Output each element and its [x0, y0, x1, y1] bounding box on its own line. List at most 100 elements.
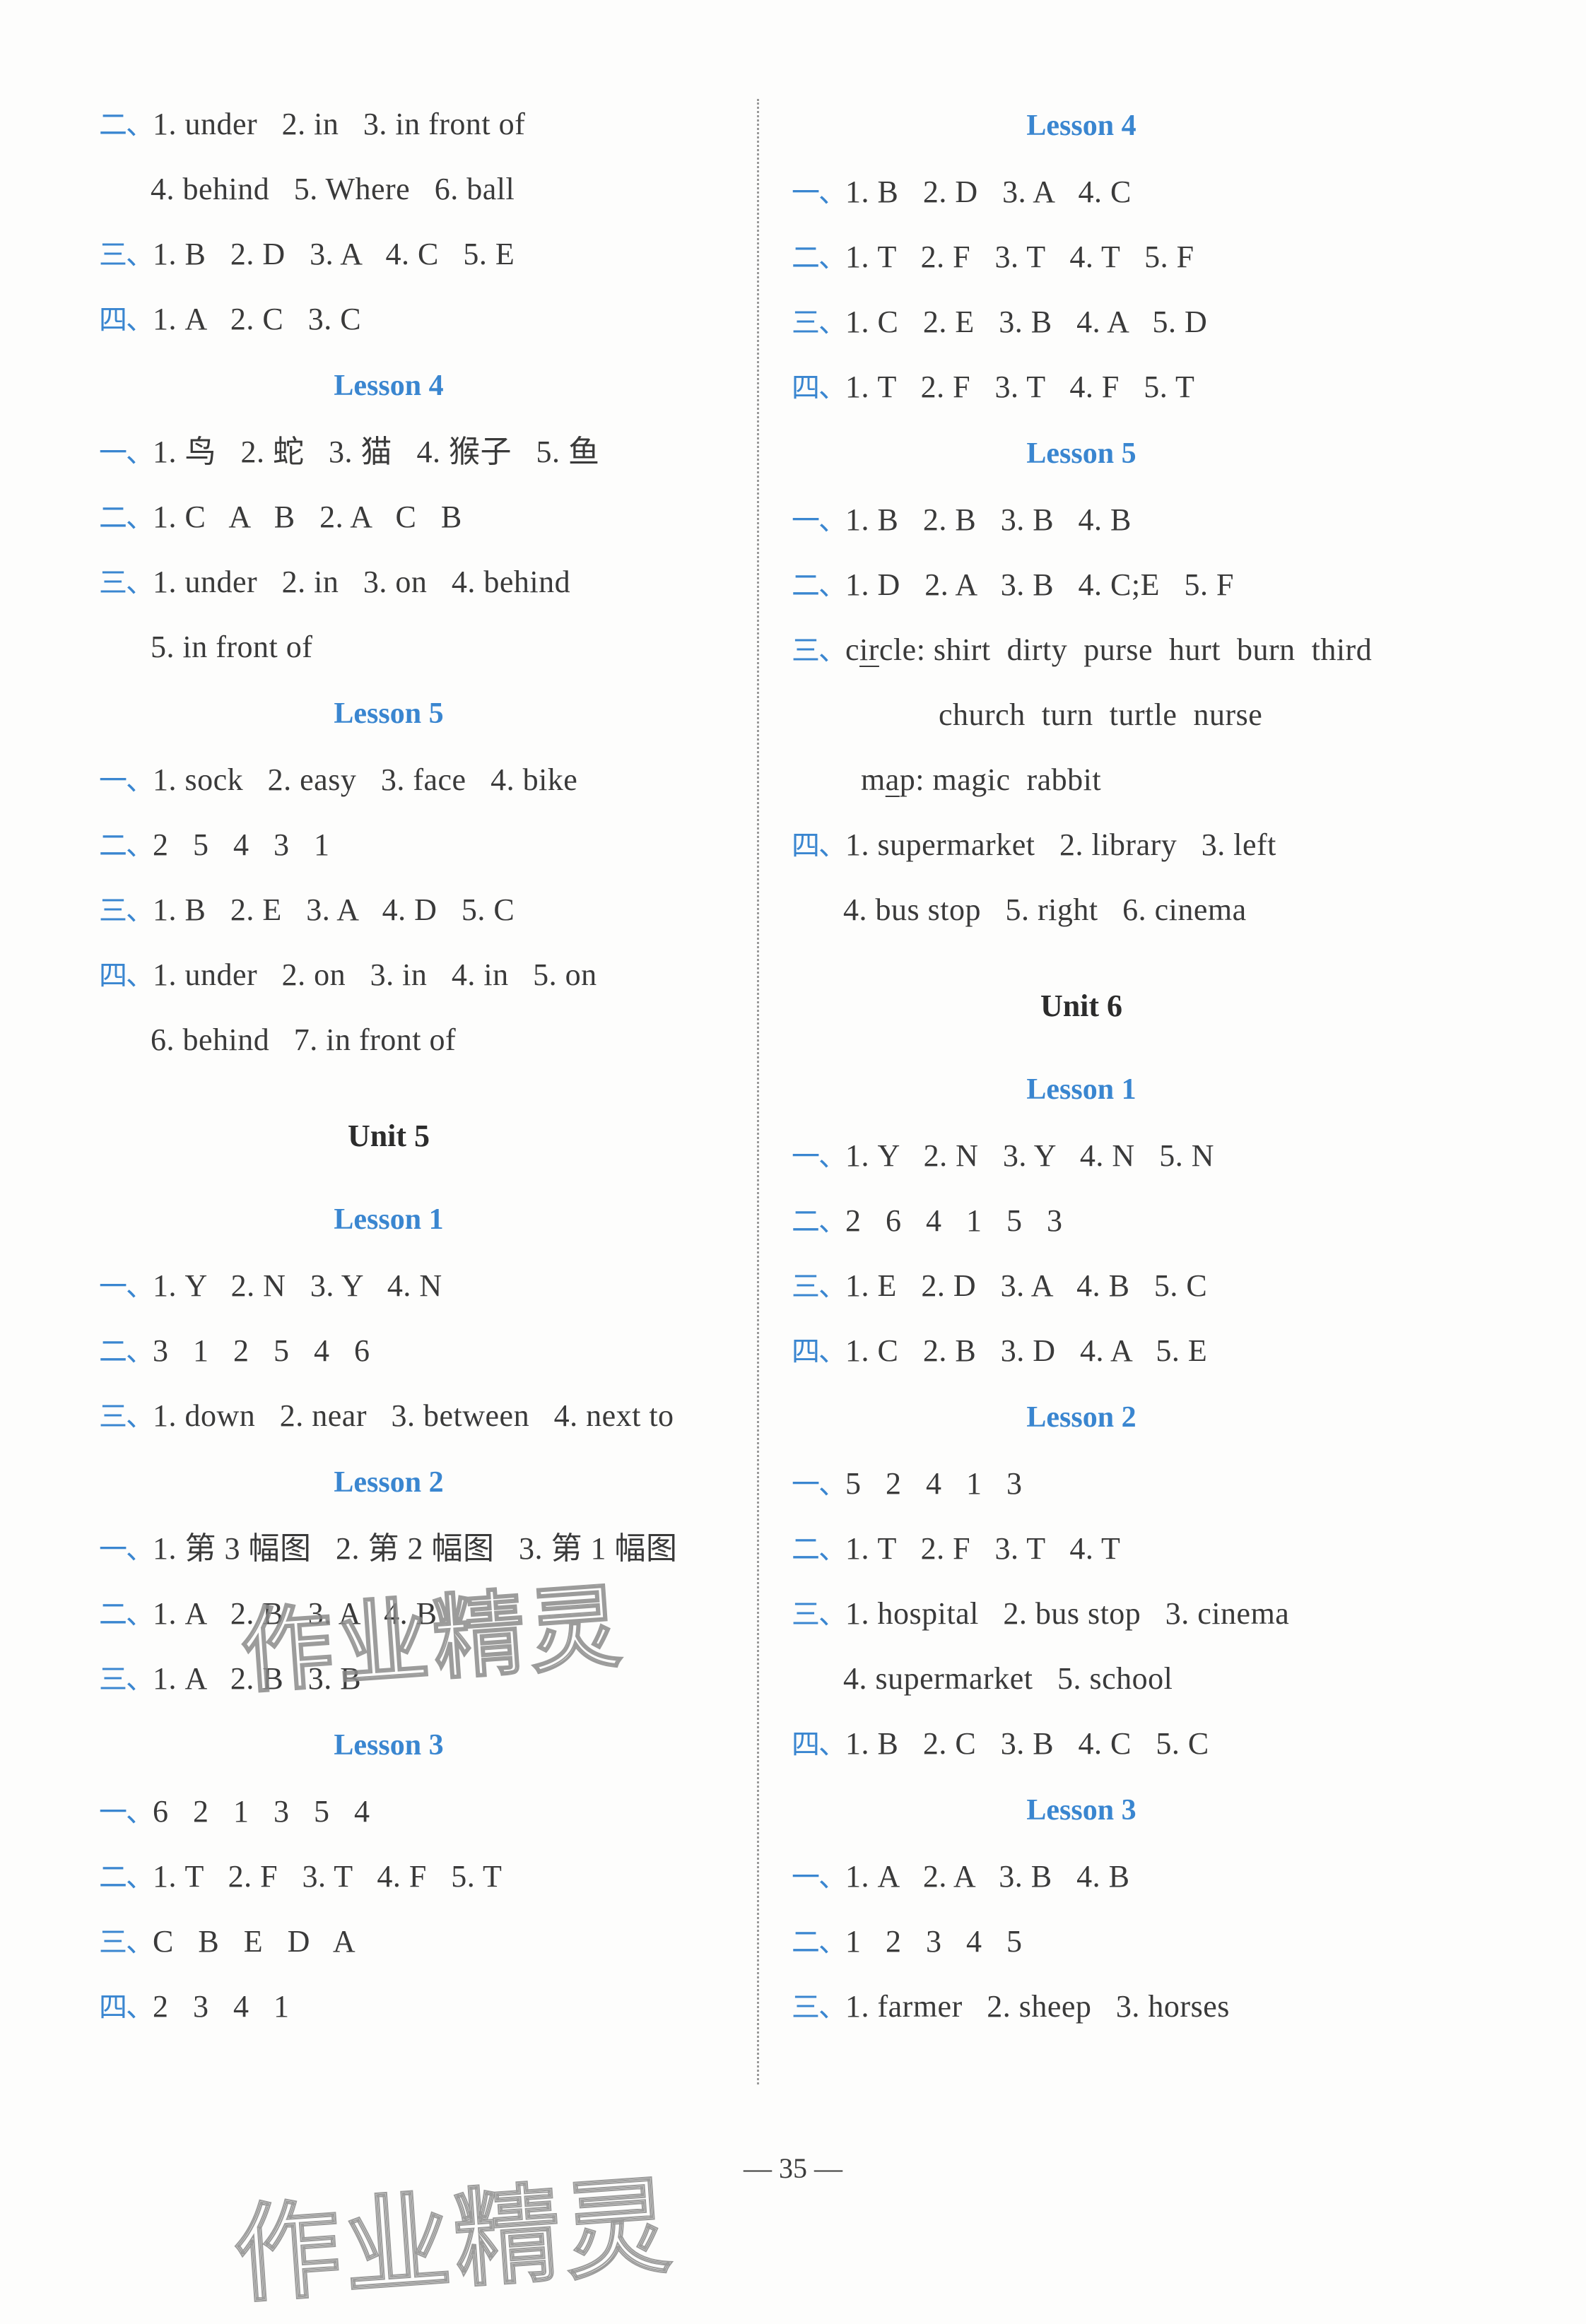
phonics-prefix: m	[861, 762, 886, 797]
section-number: 三、	[99, 1400, 154, 1433]
lesson-heading: Lesson 2	[1026, 1401, 1136, 1434]
section-number: 一、	[99, 1796, 154, 1829]
answer-text: 4. supermarket 5. school	[843, 1661, 1173, 1696]
answer-text: 1. B 2. C 3. B 4. C 5. C	[845, 1726, 1209, 1761]
answer-text: 1. supermarket 2. library 3. left	[845, 827, 1276, 862]
answer-line: 二、1. C A B 2. A C B	[99, 485, 735, 550]
answer-line: 三、1. down 2. near 3. between 4. next to	[99, 1384, 735, 1449]
section-number: 一、	[792, 505, 847, 537]
answer-line: 三、1. B 2. E 3. A 4. D 5. C	[99, 878, 735, 943]
answer-line: 二、1. T 2. F 3. T 4. T	[792, 1516, 1428, 1581]
answer-text: 1. down 2. near 3. between 4. next to	[153, 1398, 674, 1433]
phonics-underlined: ir	[859, 632, 879, 667]
answer-text: 1. A 2. A 3. B 4. B	[845, 1859, 1130, 1894]
answer-line: 二、1 2 3 4 5	[792, 1909, 1428, 1974]
answer-line: 三、C B E D A	[99, 1909, 735, 1974]
answer-text: 1. Y 2. N 3. Y 4. N	[153, 1268, 442, 1303]
answer-text: 1. D 2. A 3. B 4. C;E 5. F	[845, 567, 1234, 602]
answer-text: 1. T 2. F 3. T 4. F 5. T	[845, 370, 1195, 404]
answer-text: C B E D A	[153, 1924, 356, 1959]
lesson-heading: Lesson 1	[1026, 1073, 1136, 1106]
section-number: 四、	[792, 830, 847, 862]
answer-text: 1. under 2. in 3. in front of	[153, 107, 526, 141]
left-column: 二、1. under 2. in 3. in front of 4. behind…	[99, 92, 735, 2039]
phonics-line: map: magic rabbit	[792, 748, 1428, 813]
section-number: 三、	[99, 895, 154, 927]
answer-text: 1. 鸟 2. 蛇 3. 猫 4. 猴子 5. 鱼	[153, 435, 600, 469]
section-number: 四、	[99, 304, 154, 336]
answer-text: 1. farmer 2. sheep 3. horses	[845, 1989, 1230, 2024]
answer-line: 三、1. C 2. E 3. B 4. A 5. D	[792, 290, 1428, 355]
section-number: 三、	[792, 1598, 847, 1631]
answer-line: 三、1. farmer 2. sheep 3. horses	[792, 1974, 1428, 2039]
section-number: 三、	[792, 635, 847, 667]
lesson-heading: Lesson 3	[1026, 1794, 1136, 1827]
answer-text: 2 5 4 3 1	[153, 827, 330, 862]
answer-text: 1. A 2. C 3. C	[153, 302, 362, 336]
answer-line: 一、1. B 2. B 3. B 4. B	[792, 488, 1428, 553]
section-number: 四、	[792, 1335, 847, 1368]
answer-text: 1 2 3 4 5	[845, 1924, 1023, 1959]
lesson-heading: Lesson 4	[1026, 110, 1136, 142]
answer-text: 1. B 2. D 3. A 4. C 5. E	[153, 237, 515, 271]
answer-text: 1. C 2. E 3. B 4. A 5. D	[845, 305, 1208, 339]
answer-text: 6 2 1 3 5 4	[153, 1794, 370, 1829]
section-number: 二、	[99, 1598, 154, 1631]
answer-line: 四、1. C 2. B 3. D 4. A 5. E	[792, 1319, 1428, 1384]
section-number: 四、	[99, 1991, 154, 2024]
answer-line: 一、1. A 2. A 3. B 4. B	[792, 1844, 1428, 1909]
answer-line: 二、1. under 2. in 3. in front of	[99, 92, 735, 157]
answer-text: 1. T 2. F 3. T 4. T 5. F	[845, 240, 1194, 274]
section-number: 二、	[99, 1861, 154, 1894]
answer-text: 1. B 2. B 3. B 4. B	[845, 502, 1132, 537]
lesson-heading: Lesson 5	[334, 697, 444, 730]
answer-line: 四、1. T 2. F 3. T 4. F 5. T	[792, 355, 1428, 420]
right-column: Lesson 4 一、1. B 2. D 3. A 4. C 二、1. T 2. F…	[792, 92, 1428, 2039]
answer-line: 四、1. B 2. C 3. B 4. C 5. C	[792, 1711, 1428, 1776]
section-number: 三、	[792, 307, 847, 339]
lesson-heading: Lesson 5	[1026, 437, 1136, 470]
watermark-bottom: 作业精灵	[230, 2164, 680, 2318]
answer-text: 4. bus stop 5. right 6. cinema	[843, 892, 1247, 927]
answer-line-continued: 4. behind 5. Where 6. ball	[99, 157, 735, 222]
column-divider	[757, 99, 759, 2084]
answer-line: 四、2 3 4 1	[99, 1974, 735, 2039]
section-number: 二、	[99, 830, 154, 862]
answer-text: 1. B 2. E 3. A 4. D 5. C	[153, 892, 515, 927]
section-number: 二、	[792, 1205, 847, 1238]
section-number: 三、	[792, 1991, 847, 2024]
answer-line: 二、1. D 2. A 3. B 4. C;E 5. F	[792, 553, 1428, 618]
section-number: 四、	[792, 1728, 847, 1761]
section-number: 四、	[792, 372, 847, 404]
phonics-line: 三、circle: shirt dirty purse hurt burn th…	[792, 618, 1428, 683]
section-number: 二、	[792, 242, 847, 274]
answer-text: 1. Y 2. N 3. Y 4. N 5. N	[845, 1138, 1214, 1173]
answer-line: 一、5 2 4 1 3	[792, 1451, 1428, 1516]
answer-line: 一、1. B 2. D 3. A 4. C	[792, 160, 1428, 225]
section-number: 二、	[792, 570, 847, 602]
answer-text: 1. T 2. F 3. T 4. F 5. T	[153, 1859, 503, 1894]
answer-line: 三、1. under 2. in 3. on 4. behind	[99, 550, 735, 615]
section-number: 三、	[99, 239, 154, 271]
answer-line: 二、2 6 4 1 5 3	[792, 1188, 1428, 1254]
answer-text: 2 6 4 1 5 3	[845, 1203, 1063, 1238]
lesson-heading: Lesson 1	[334, 1203, 444, 1236]
section-number: 一、	[792, 177, 847, 209]
section-number: 四、	[99, 960, 154, 992]
section-number: 三、	[99, 1926, 154, 1959]
answer-line: 一、1. 鸟 2. 蛇 3. 猫 4. 猴子 5. 鱼	[99, 420, 735, 485]
section-number: 一、	[792, 1468, 847, 1501]
lesson-heading: Lesson 2	[334, 1466, 444, 1499]
lesson-heading: Lesson 3	[334, 1729, 444, 1762]
phonics-words: cle: shirt dirty purse hurt burn third	[879, 632, 1373, 667]
answer-line: 四、1. supermarket 2. library 3. left	[792, 813, 1428, 878]
answer-text: 1. under 2. in 3. on 4. behind	[153, 565, 571, 599]
phonics-prefix: c	[845, 632, 860, 667]
answer-line: 四、1. A 2. C 3. C	[99, 287, 735, 352]
answer-line: 一、1. Y 2. N 3. Y 4. N	[99, 1254, 735, 1319]
answer-text: 1. sock 2. easy 3. face 4. bike	[153, 762, 578, 797]
watermark-middle: 作业精灵	[237, 1571, 629, 1707]
phonics-underlined: a	[885, 762, 900, 797]
section-number: 三、	[792, 1270, 847, 1303]
answer-line: 三、1. B 2. D 3. A 4. C 5. E	[99, 222, 735, 287]
